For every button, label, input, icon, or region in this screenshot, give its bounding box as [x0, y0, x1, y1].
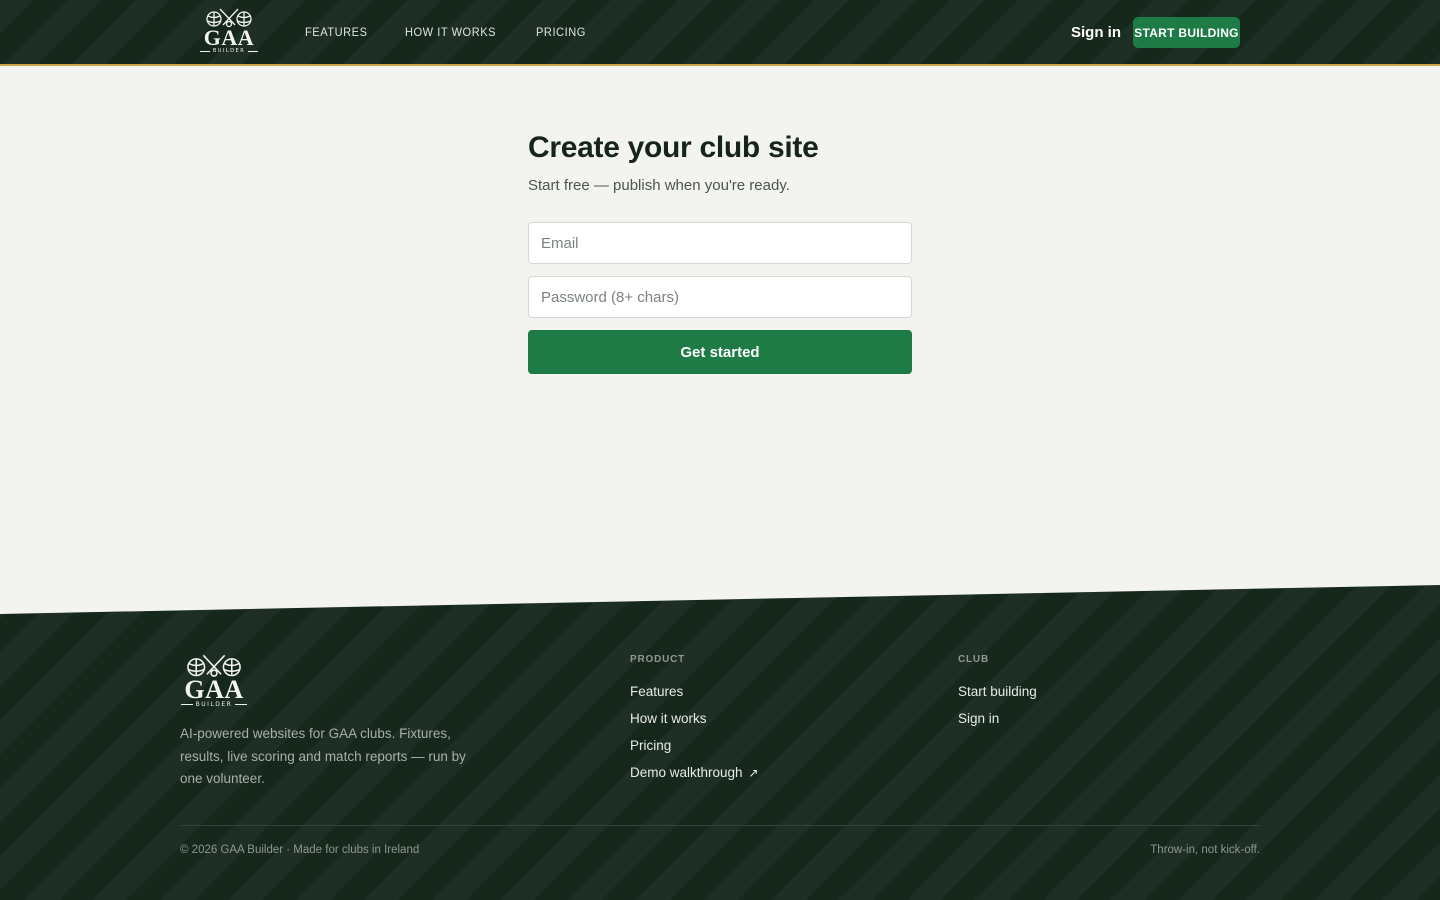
footer-link-features[interactable]: Features	[630, 684, 758, 700]
page-subtitle: Start free — publish when you're ready.	[528, 177, 790, 194]
copyright-text: © 2026 GAA Builder · Made for clubs in I…	[180, 844, 420, 856]
nav-features[interactable]: FEATURES	[305, 25, 367, 39]
password-field[interactable]	[528, 276, 912, 318]
footer-logo-subtext: BUILDER	[180, 701, 248, 708]
footer-tagline: Throw-in, not kick-off.	[1150, 844, 1260, 856]
start-building-button[interactable]: START BUILDING	[1133, 17, 1240, 48]
site-header: GAA BUILDER FEATURES HOW IT WORKS PRICIN…	[0, 0, 1440, 66]
signup-form: Create your club site Start free — publi…	[528, 130, 912, 374]
email-field[interactable]	[528, 222, 912, 264]
footer-logo-wordmark: GAA	[184, 675, 244, 704]
footer-logo[interactable]: GAA BUILDER	[180, 654, 248, 708]
site-logo[interactable]: GAA BUILDER	[199, 8, 259, 55]
footer-link-sign-in[interactable]: Sign in	[958, 711, 1037, 727]
footer-club-heading: CLUB	[958, 654, 989, 665]
footer-product-heading: PRODUCT	[630, 654, 686, 665]
page-title: Create your club site	[528, 131, 819, 164]
sign-in-link[interactable]: Sign in	[1071, 24, 1121, 41]
main-nav: FEATURES HOW IT WORKS PRICING	[305, 25, 590, 39]
footer-link-demo-walkthrough[interactable]: Demo walkthrough ↗	[630, 765, 758, 781]
footer-link-pricing[interactable]: Pricing	[630, 738, 758, 754]
nav-pricing[interactable]: PRICING	[536, 25, 586, 39]
footer-link-how-it-works[interactable]: How it works	[630, 711, 758, 727]
footer-product-column: PRODUCT Features How it works Pricing De…	[630, 654, 758, 792]
logo-subtext: BUILDER	[199, 48, 259, 55]
footer-description: AI-powered websites for GAA clubs. Fixtu…	[180, 726, 466, 786]
logo-wordmark: GAA	[203, 25, 255, 50]
footer-club-column: CLUB Start building Sign in	[958, 654, 1037, 738]
site-footer: GAA BUILDER AI-powered websites for GAA …	[0, 585, 1440, 900]
footer-link-start-building[interactable]: Start building	[958, 684, 1037, 700]
get-started-button[interactable]: Get started	[528, 330, 912, 374]
nav-how-it-works[interactable]: HOW IT WORKS	[405, 25, 496, 39]
footer-divider	[180, 825, 1260, 826]
external-link-icon: ↗	[748, 766, 759, 780]
